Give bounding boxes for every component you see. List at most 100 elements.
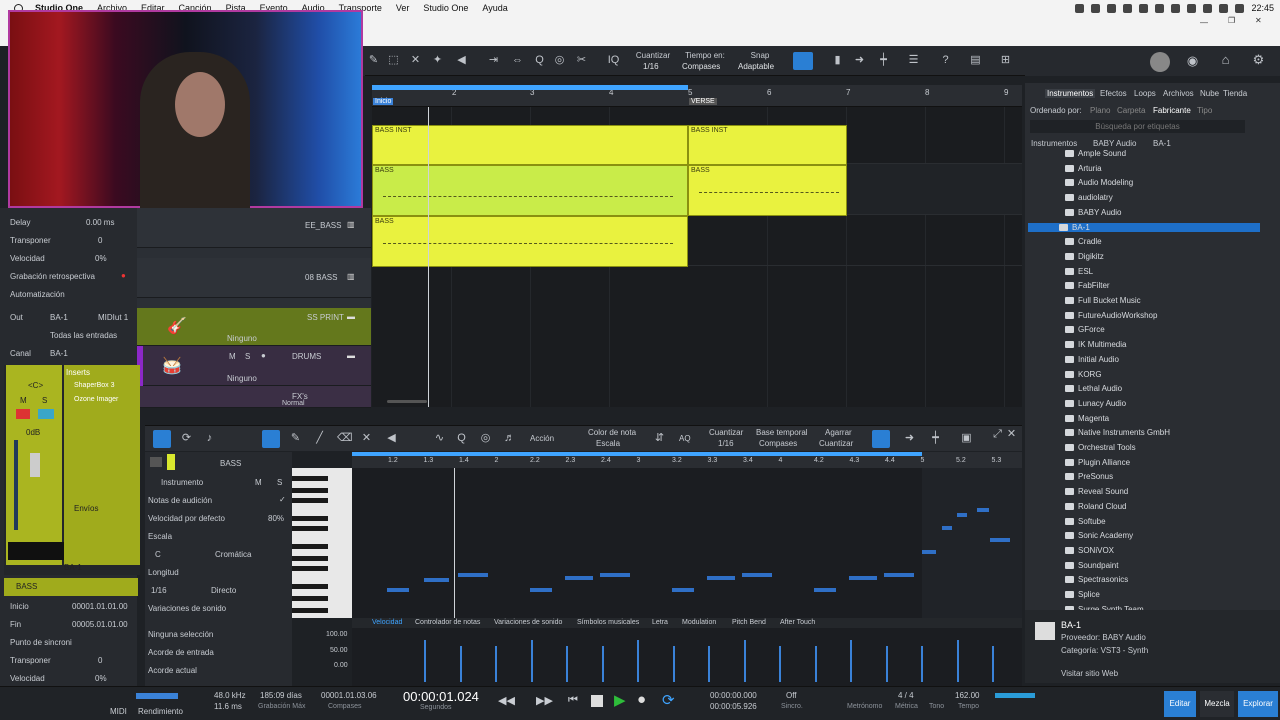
browser-item[interactable]: Orchestral Tools — [1065, 443, 1136, 452]
browser-item[interactable]: SONiVOX — [1065, 546, 1114, 555]
track-input[interactable]: Ninguno — [227, 334, 257, 343]
close-icon[interactable]: ✕ — [1255, 16, 1262, 25]
tab-cloud[interactable]: Nube — [1200, 89, 1219, 98]
solo-button[interactable]: S — [42, 396, 47, 405]
expand-icon[interactable]: ⤢ — [991, 428, 1004, 441]
browser-item[interactable]: Reveal Sound — [1065, 487, 1128, 496]
record-icon[interactable]: ● — [261, 351, 266, 360]
browser-item[interactable]: Plugin Alliance — [1065, 458, 1130, 467]
midi-note[interactable] — [600, 573, 630, 577]
track-fx[interactable]: FX's Normal — [137, 386, 371, 408]
midi-note[interactable] — [565, 576, 593, 580]
menu-ver[interactable]: Ver — [396, 3, 410, 13]
midi-note[interactable] — [922, 550, 936, 554]
video-icon[interactable]: ▤ — [969, 54, 982, 67]
insert-ozone[interactable]: Ozone Imager — [74, 396, 118, 403]
midi-note[interactable] — [707, 576, 735, 580]
iq-icon[interactable]: IQ — [607, 54, 620, 67]
velocity2-value[interactable]: 0% — [95, 674, 107, 683]
sort-type[interactable]: Tipo — [1197, 106, 1212, 115]
midi-note[interactable] — [387, 588, 409, 592]
tray-icon[interactable] — [1219, 3, 1229, 13]
loop-start[interactable]: 00:00:00.000 — [710, 691, 757, 700]
midi-note[interactable] — [814, 588, 836, 592]
browser-item[interactable]: Soundpaint — [1065, 561, 1118, 570]
breadcrumb-instruments[interactable]: Instrumentos — [1031, 139, 1077, 148]
midi-note[interactable] — [530, 588, 552, 592]
quantize-icon[interactable]: Q — [533, 54, 546, 67]
tab-pitch-bend[interactable]: Pitch Bend — [732, 619, 766, 626]
end-value[interactable]: 00005.01.01.00 — [72, 620, 128, 629]
align-icon[interactable]: ☰ — [907, 54, 920, 67]
monitor-button[interactable] — [38, 409, 54, 419]
mix-view-button[interactable]: Mezcla — [1200, 691, 1234, 717]
time-base-select[interactable]: Compases — [759, 439, 797, 448]
fast-forward-icon[interactable]: ▶▶ — [536, 694, 553, 707]
browser-item[interactable]: Spectrasonics — [1065, 575, 1128, 584]
aq-button[interactable]: AQ — [679, 434, 691, 443]
connect-icon[interactable]: ◉ — [1186, 54, 1199, 67]
midi-note[interactable] — [672, 588, 694, 592]
out-select[interactable]: BA-1 — [50, 313, 68, 322]
track-bass-print[interactable]: 🎸 SS PRINT Ninguno ▬ — [137, 308, 371, 346]
restore-icon[interactable]: ❐ — [1228, 16, 1235, 25]
tab-music-symbols[interactable]: Símbolos musicales — [577, 619, 639, 626]
mute-tool-icon[interactable]: ✕ — [360, 432, 373, 445]
minimize-icon[interactable]: — — [1200, 18, 1208, 27]
close-icon[interactable]: ✕ — [1005, 428, 1018, 441]
browser-item[interactable]: Sonic Academy — [1065, 531, 1133, 540]
mode-select[interactable]: Directo — [211, 586, 236, 595]
editor-track-select[interactable]: BASS — [220, 459, 241, 468]
home-icon[interactable]: ⌂ — [1219, 53, 1232, 66]
tray-icon[interactable] — [1123, 3, 1133, 13]
scissors-icon[interactable]: ✂ — [575, 54, 588, 67]
playhead[interactable] — [428, 107, 429, 407]
tab-velocity[interactable]: Velocidad — [372, 619, 402, 626]
pan-control[interactable]: <C> — [28, 381, 43, 390]
plugin-website-link[interactable]: Visitar sitio Web — [1061, 669, 1118, 678]
help-icon[interactable]: ? — [939, 54, 952, 67]
breadcrumb-baby-audio[interactable]: BABY Audio — [1093, 139, 1136, 148]
velocity-bar[interactable] — [708, 646, 710, 682]
midi-note[interactable] — [742, 573, 772, 577]
tab-files[interactable]: Archivos — [1163, 89, 1194, 98]
grid-view-icon[interactable]: ⊞ — [999, 54, 1012, 67]
marker-verse[interactable]: VERSE — [689, 98, 717, 105]
transpose2-value[interactable]: 0 — [98, 656, 102, 665]
velocity-bar[interactable] — [885, 646, 888, 682]
tab-aftertouch[interactable]: After Touch — [780, 619, 815, 626]
scale-icon[interactable]: ♬ — [503, 432, 516, 445]
browser-item[interactable]: Ample Sound — [1065, 149, 1126, 158]
out-port[interactable]: MIDIut 1 — [98, 313, 128, 322]
loop-icon[interactable]: ⟳ — [662, 691, 675, 709]
split-notes-icon[interactable]: ⇵ — [653, 432, 666, 445]
velocity-bar[interactable] — [743, 640, 746, 682]
quantize-select[interactable]: 1/16 — [643, 62, 659, 71]
loop-icon[interactable]: ⟳ — [180, 432, 193, 445]
menu-ayuda[interactable]: Ayuda — [482, 3, 507, 13]
horizontal-scrollbar[interactable] — [387, 400, 427, 403]
key-label[interactable]: Tono — [929, 703, 944, 710]
velocity-bar[interactable] — [992, 646, 994, 682]
scale-type-select[interactable]: Cromática — [215, 550, 251, 559]
follow-icon[interactable]: ┿ — [877, 54, 890, 67]
track-bass[interactable]: 08 BASS ▥ — [137, 258, 371, 298]
transpose-value[interactable]: 0 — [98, 236, 102, 245]
browser-item-selected[interactable]: BA-1 — [1028, 222, 1260, 232]
arrow-right-icon[interactable]: ➜ — [903, 432, 916, 445]
arrow-tool-button[interactable] — [262, 430, 280, 448]
marker-start[interactable]: Inicio — [373, 98, 394, 105]
velocity-value[interactable]: 0% — [95, 254, 107, 263]
position-seconds[interactable]: 00:00:01.024 — [403, 689, 479, 704]
solo-button[interactable]: S — [245, 352, 250, 361]
velocity-bar[interactable] — [921, 646, 923, 682]
position-bars[interactable]: 00001.01.03.06 — [321, 691, 377, 700]
line-icon[interactable]: ╱ — [313, 432, 326, 445]
browser-item[interactable]: FutureAudioWorkshop — [1065, 311, 1157, 320]
time-signature[interactable]: 4 / 4 — [898, 691, 914, 700]
browser-item[interactable]: Softube — [1065, 517, 1106, 526]
tray-icon[interactable] — [1091, 3, 1101, 13]
record-arm-button[interactable] — [16, 409, 30, 419]
velocity-bar[interactable] — [672, 646, 675, 682]
tray-icon[interactable] — [1075, 3, 1085, 13]
